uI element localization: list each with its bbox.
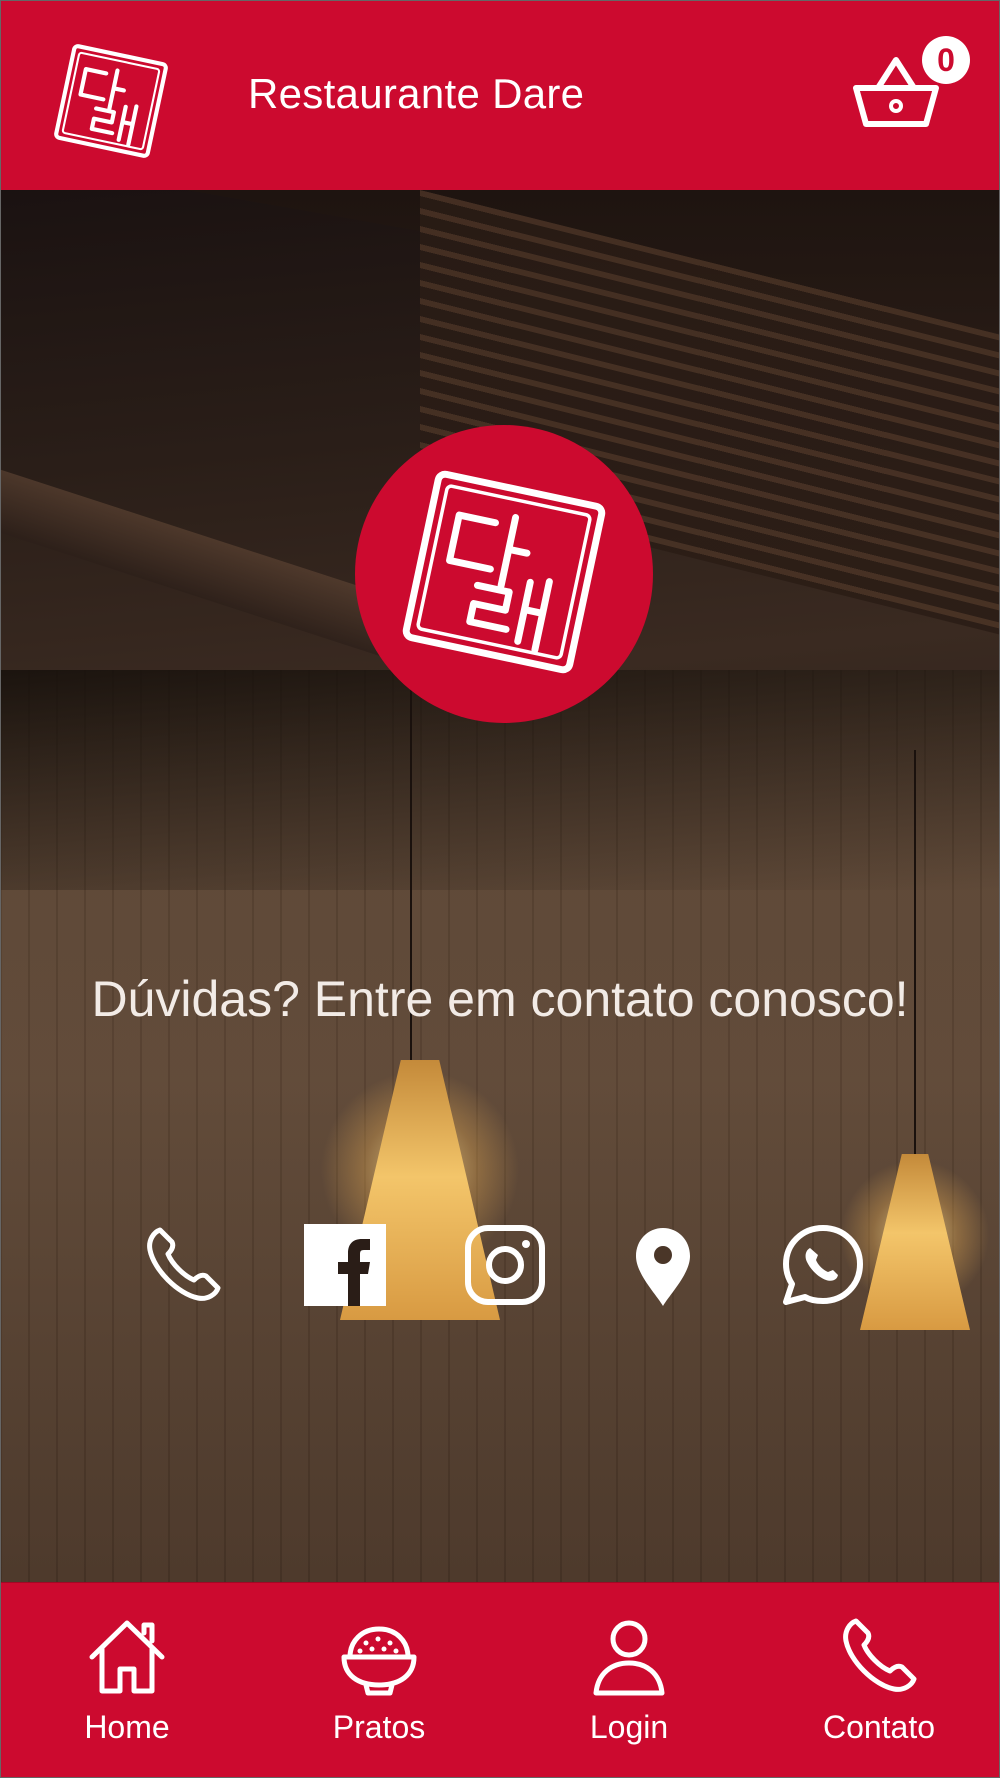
bottom-navigation: Home Pratos Login Contato: [0, 1582, 1000, 1778]
nav-label-contato: Contato: [822, 1709, 936, 1745]
contact-prompt: Dúvidas? Entre em contato conosco!: [91, 971, 909, 1027]
instagram-icon[interactable]: [460, 1220, 550, 1310]
cart-count-badge: 0: [922, 36, 970, 84]
restaurant-logo-icon[interactable]: [46, 36, 176, 166]
phone-icon: [843, 1618, 917, 1692]
app-title: Restaurante Dare: [248, 70, 585, 117]
user-icon: [593, 1620, 665, 1696]
facebook-icon[interactable]: [300, 1220, 390, 1310]
nav-label-login: Login: [589, 1709, 669, 1745]
home-icon: [89, 1620, 165, 1694]
nav-label-pratos: Pratos: [332, 1709, 426, 1745]
nav-item-contato[interactable]: Contato: [754, 1583, 1000, 1778]
nav-item-login[interactable]: Login: [504, 1583, 754, 1778]
nav-label-home: Home: [84, 1709, 170, 1745]
rice-bowl-icon: [341, 1626, 417, 1696]
nav-item-home[interactable]: Home: [2, 1583, 252, 1778]
top-app-bar: Restaurante Dare 0: [0, 0, 1000, 191]
nav-item-pratos[interactable]: Pratos: [254, 1583, 504, 1778]
whatsapp-icon[interactable]: [778, 1220, 868, 1310]
app-screen: Restaurante Dare 0 Dúvidas? Entre em con…: [0, 0, 1000, 1778]
hero-section: Dúvidas? Entre em contato conosco!: [0, 190, 1000, 1582]
phone-icon[interactable]: [138, 1220, 228, 1310]
restaurant-logo-icon: [402, 470, 606, 674]
location-pin-icon[interactable]: [618, 1220, 708, 1310]
